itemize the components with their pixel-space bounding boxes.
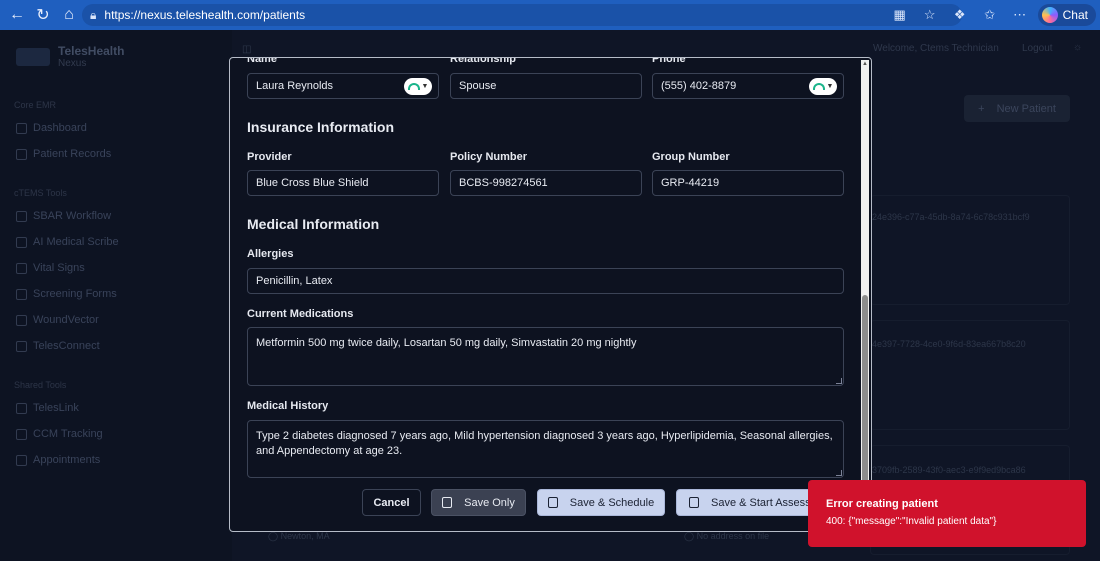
sidebar-item-screening[interactable]: Screening Forms [16,288,117,300]
welcome-text: Welcome, Ctems Technician [873,43,999,54]
emergency-name-label: Name [247,57,277,65]
sidebar-item-ccm[interactable]: CCM Tracking [16,428,103,440]
medications-label: Current Medications [247,308,354,320]
dashboard-icon [16,122,27,134]
patient-address: ◯ No address on file [684,531,770,541]
chart-icon [16,428,27,440]
sidebar-item-dashboard[interactable]: Dashboard [16,122,87,134]
resize-handle[interactable] [836,470,842,476]
save-icon [442,497,453,508]
brand-title: TelesHealth [58,44,125,58]
history-label: Medical History [247,400,329,412]
heart-icon [16,262,27,274]
medical-section-title: Medical Information [247,216,380,232]
policy-label: Policy Number [450,151,528,163]
insurance-section-title: Insurance Information [247,119,395,135]
toast-message: 400: {"message":"Invalid patient data"} [826,516,997,527]
sidebar-item-sbar[interactable]: SBAR Workflow [16,210,111,222]
patient-card [870,320,1070,430]
sidebar-item-woundvector[interactable]: WoundVector [16,314,99,326]
pin-icon: ◯ [268,531,279,541]
address-bar[interactable]: 🔒︎ https://nexus.teleshealth.com/patient… [82,4,962,26]
allergies-label: Allergies [247,248,294,260]
history-textarea[interactable]: Type 2 diabetes diagnosed 7 years ago, M… [247,420,844,478]
toolbar-right: ▦ ☆ ❖ ✩ ⋯ Chat [888,0,1100,30]
password-manager-icon[interactable]: ▼ [809,78,837,95]
copilot-icon [1041,7,1058,23]
sidebar-item-teleslink[interactable]: TelesLink [16,402,79,414]
brand-logo [16,47,50,66]
patient-id: 4e397-7728-4ce0-9f6d-83ea667b8c20 [872,339,1026,349]
calendar-icon [16,454,27,466]
sidebar-section-shared: Shared Tools [14,380,67,390]
brand: TelesHealth Nexus [16,44,124,69]
clipboard-icon [16,210,27,222]
sidebar-item-appointments[interactable]: Appointments [16,454,100,466]
pin-icon: ◯ [684,531,695,541]
theme-toggle-icon[interactable]: ☼ [1073,42,1082,53]
scroll-up-arrow[interactable]: ▲ [862,61,868,67]
favorites-icon[interactable]: ✩ [978,3,1002,27]
home-icon[interactable]: ⌂ [58,4,80,26]
group-number-input[interactable]: GRP-44219 [652,170,844,196]
image-icon [16,314,27,326]
browser-toolbar: ← ↻ ⌂ 🔒︎ https://nexus.teleshealth.com/p… [0,0,1100,30]
calendar-icon [547,497,558,508]
sidebar: TelesHealth Nexus Core EMR Dashboard Pat… [0,30,232,561]
link-icon [16,402,27,414]
policy-number-input[interactable]: BCBS-998274561 [450,170,642,196]
save-only-button[interactable]: Save Only [431,489,526,516]
apps-icon[interactable]: ▦ [888,3,912,27]
group-label: Group Number [652,151,730,163]
provider-input[interactable]: Blue Cross Blue Shield [247,170,439,196]
favorite-star-icon[interactable]: ☆ [918,3,942,27]
new-patient-button[interactable]: + New Patient [964,95,1070,122]
resize-handle[interactable] [836,378,842,384]
document-icon [689,497,699,508]
toast-title: Error creating patient [826,498,938,510]
chat-label: Chat [1062,8,1088,22]
sidebar-toggle-icon[interactable]: ◫ [242,44,251,55]
users-icon [16,148,27,160]
sidebar-item-patient-records[interactable]: Patient Records [16,148,111,160]
logout-link[interactable]: Logout [1022,43,1053,54]
error-toast[interactable]: Error creating patient 400: {"message":"… [808,480,1086,547]
more-icon[interactable]: ⋯ [1008,3,1032,27]
video-icon [16,340,27,352]
sidebar-item-scribe[interactable]: AI Medical Scribe [16,236,119,248]
sidebar-item-vitals[interactable]: Vital Signs [16,262,85,274]
provider-label: Provider [247,151,292,163]
save-schedule-button[interactable]: Save & Schedule [537,489,665,516]
cancel-button[interactable]: Cancel [362,489,421,516]
new-patient-modal: Name Relationship Phone Laura Reynolds ▼… [229,57,872,532]
refresh-icon[interactable]: ↻ [32,4,54,26]
chat-button[interactable]: Chat [1037,4,1096,26]
patient-location: ◯ Newton, MA [268,531,330,541]
relationship-label: Relationship [450,57,517,65]
plus-icon: + [978,102,985,115]
back-icon[interactable]: ← [6,4,28,26]
allergies-input[interactable]: Penicillin, Latex [247,268,844,294]
relationship-input[interactable]: Spouse [450,73,642,99]
medications-textarea[interactable]: Metformin 500 mg twice daily, Losartan 5… [247,327,844,386]
sidebar-section-core: Core EMR [14,100,57,110]
password-manager-icon[interactable]: ▼ [404,78,432,95]
sidebar-section-ctems: cTEMS Tools [14,188,67,198]
form-icon [16,288,27,300]
modal-content: Name Relationship Phone Laura Reynolds ▼… [230,57,860,531]
phone-label: Phone [652,57,686,65]
sidebar-item-telesconnect[interactable]: TelesConnect [16,340,100,352]
patient-id: 3709fb-2589-43f0-aec3-e9f9ed9bca86 [872,465,1026,475]
url-text: https://nexus.teleshealth.com/patients [104,8,306,22]
extensions-icon[interactable]: ❖ [948,3,972,27]
patient-id: 24e396-c77a-45db-8a74-6c78c931bcf9 [872,212,1030,222]
lock-icon: 🔒︎ [90,7,97,22]
mic-icon [16,236,27,248]
brand-subtitle: Nexus [58,58,87,69]
